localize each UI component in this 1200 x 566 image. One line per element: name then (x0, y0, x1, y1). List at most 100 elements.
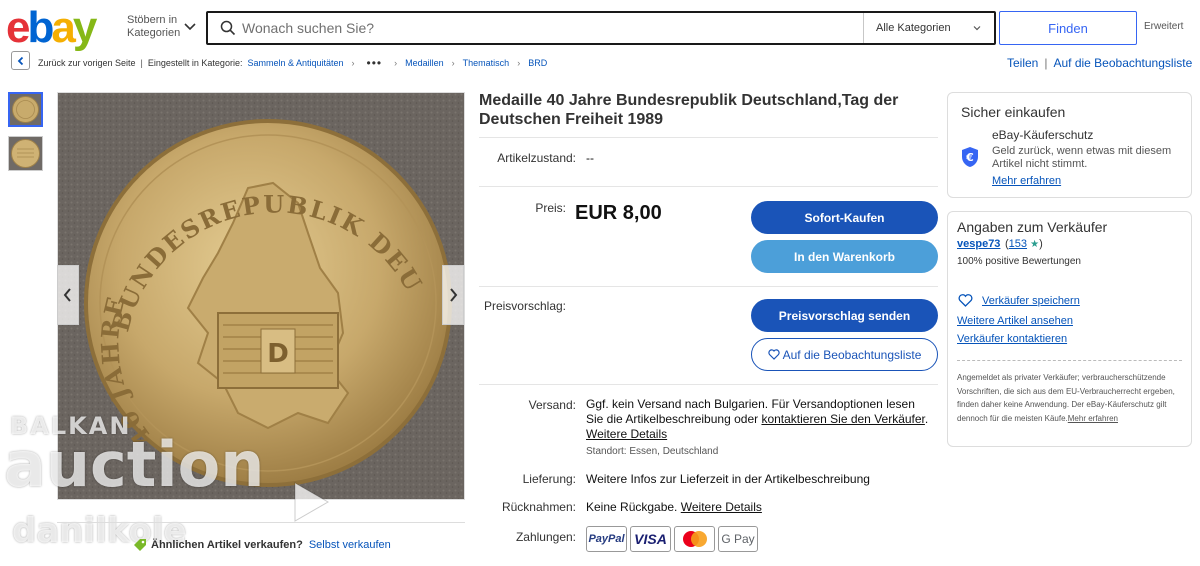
make-offer-button[interactable]: Preisvorschlag senden (751, 299, 938, 332)
crumb-divider: | (140, 58, 143, 68)
chevron-down-icon (973, 26, 981, 31)
divider (957, 360, 1182, 361)
seller-score-value: 153 (1008, 238, 1028, 250)
item-title: Medaille 40 Jahre Bundesrepublik Deutsch… (479, 92, 899, 128)
buyer-protection-title: eBay-Käuferschutz (992, 128, 1094, 142)
listed-in-label: Eingestellt in Kategorie: (147, 58, 243, 68)
shipping-details-link[interactable]: Weitere Details (586, 427, 667, 441)
learn-more-link[interactable]: Mehr erfahren (992, 175, 1061, 187)
private-seller-note-text: Angemeldet als privater Verkäufer; verbr… (957, 373, 1175, 423)
logo-letter-a: a (51, 3, 76, 52)
share-link[interactable]: Teilen (1007, 56, 1038, 70)
chevron-right-icon: › (394, 58, 398, 68)
divider (479, 186, 938, 187)
divider (479, 384, 938, 385)
svg-text:€: € (965, 151, 974, 164)
breadcrumb-item-medals[interactable]: Medaillen (405, 58, 444, 68)
item-location: Standort: Essen, Deutschland (586, 446, 719, 457)
condition-value: -- (586, 151, 594, 165)
search-bar: Alle Kategorien (206, 11, 996, 45)
logo-letter-b: b (27, 3, 54, 52)
note-learn-more-link[interactable]: Mehr erfahren (1068, 414, 1118, 423)
gpay-badge: G Pay (718, 526, 758, 552)
shipping-info: Ggf. kein Versand nach Bulgarien. Für Ve… (586, 397, 931, 442)
browse-categories-button[interactable]: Stöbern in Kategorien (127, 14, 180, 40)
coin-emblem-letter: D (267, 339, 289, 369)
returns-value: Keine Rückgabe. (586, 500, 678, 514)
breadcrumb-item-brd[interactable]: BRD (528, 58, 547, 68)
secure-title: Sicher einkaufen (961, 104, 1066, 120)
more-items-link[interactable]: Weitere Artikel ansehen (957, 315, 1073, 327)
share-watch-links: Teilen | Auf die Beobachtungsliste (1007, 56, 1192, 70)
shipping-text-end: . (924, 412, 929, 426)
chevron-right-icon: › (351, 58, 355, 68)
shipping-label: Versand: (528, 398, 576, 412)
mastercard-badge (674, 526, 715, 552)
payments-label: Zahlungen: (515, 530, 576, 544)
chevron-left-icon (63, 288, 71, 302)
watermark-play-icon (294, 482, 330, 522)
breadcrumb: Zurück zur vorigen Seite | Eingestellt i… (38, 56, 547, 70)
coin-thumbnail-image (10, 94, 41, 125)
chevron-down-icon[interactable] (183, 20, 197, 34)
coin-thumbnail-image (9, 137, 42, 170)
watchlist-button-label: Auf die Beobachtungsliste (782, 347, 922, 362)
returns-label: Rücknahmen: (501, 500, 576, 514)
add-to-cart-button[interactable]: In den Warenkorb (751, 240, 938, 273)
seller-score-close: ) (1039, 238, 1043, 250)
breadcrumb-item-thematic[interactable]: Thematisch (463, 58, 510, 68)
contact-seller-link[interactable]: Verkäufer kontaktieren (957, 333, 1067, 345)
logo-letter-y: y (72, 3, 98, 52)
prev-image-button[interactable] (57, 265, 79, 325)
seller-name-link[interactable]: vespe73 (957, 238, 1000, 250)
private-seller-note: Angemeldet als privater Verkäufer; verbr… (957, 371, 1184, 425)
price-value: EUR 8,00 (575, 202, 662, 224)
buy-now-button[interactable]: Sofort-Kaufen (751, 201, 938, 234)
back-button[interactable] (11, 51, 30, 70)
chevron-right-icon: › (517, 58, 521, 68)
heart-icon (767, 349, 780, 360)
seller-title: Angaben zum Verkäufer (957, 219, 1108, 235)
breadcrumb-item-collectibles[interactable]: Sammeln & Antiquitäten (247, 58, 343, 68)
watchlist-button[interactable]: Auf die Beobachtungsliste (751, 338, 938, 371)
watermark-line-2: auction (4, 428, 265, 501)
buyer-protection-desc: Geld zurück, wenn etwas mit diesem Artik… (992, 145, 1172, 170)
chevron-right-icon (450, 288, 458, 302)
ebay-logo[interactable]: ebay (6, 3, 98, 52)
watchlist-link[interactable]: Auf die Beobachtungsliste (1053, 56, 1192, 70)
breadcrumb-ellipsis[interactable]: ••• (367, 56, 383, 70)
advanced-search-link[interactable]: Erweitert (1144, 21, 1183, 32)
star-icon: ★ (1030, 239, 1040, 250)
divider (479, 137, 938, 138)
divider (57, 522, 465, 523)
offer-label: Preisvorschlag: (483, 299, 566, 313)
next-image-button[interactable] (442, 265, 464, 325)
heart-icon[interactable] (958, 294, 973, 307)
tag-icon (134, 539, 146, 551)
category-select[interactable]: Alle Kategorien (863, 13, 994, 43)
chevron-left-icon (17, 56, 23, 65)
search-input[interactable] (242, 20, 863, 36)
returns-details-link[interactable]: Weitere Details (681, 500, 762, 514)
thumbnail-1[interactable] (8, 92, 43, 127)
save-seller-link[interactable]: Verkäufer speichern (982, 295, 1080, 307)
mastercard-icon (682, 531, 707, 547)
browse-line-2: Kategorien (127, 27, 181, 39)
find-button[interactable]: Finden (999, 11, 1137, 45)
returns-info: Keine Rückgabe. Weitere Details (586, 500, 762, 514)
sell-similar: Ähnlichen Artikel verkaufen? Selbst verk… (133, 538, 391, 552)
back-link[interactable]: Zurück zur vorigen Seite (38, 58, 136, 68)
shield-euro-icon: € (962, 147, 978, 167)
sell-yourself-link[interactable]: Selbst verkaufen (309, 539, 391, 551)
search-icon (220, 20, 236, 36)
visa-badge: VISA (630, 526, 671, 552)
category-select-label: Alle Kategorien (876, 22, 951, 34)
logo-letter-e: e (6, 3, 31, 52)
thumbnail-2[interactable] (8, 136, 43, 171)
chevron-right-icon: › (451, 58, 455, 68)
price-label: Preis: (535, 201, 566, 215)
seller-score[interactable]: (153 ★) (1005, 238, 1043, 250)
contact-seller-link[interactable]: kontaktieren Sie den Verkäufer (761, 412, 924, 426)
divider (479, 286, 938, 287)
sell-similar-question: Ähnlichen Artikel verkaufen? (151, 539, 303, 551)
